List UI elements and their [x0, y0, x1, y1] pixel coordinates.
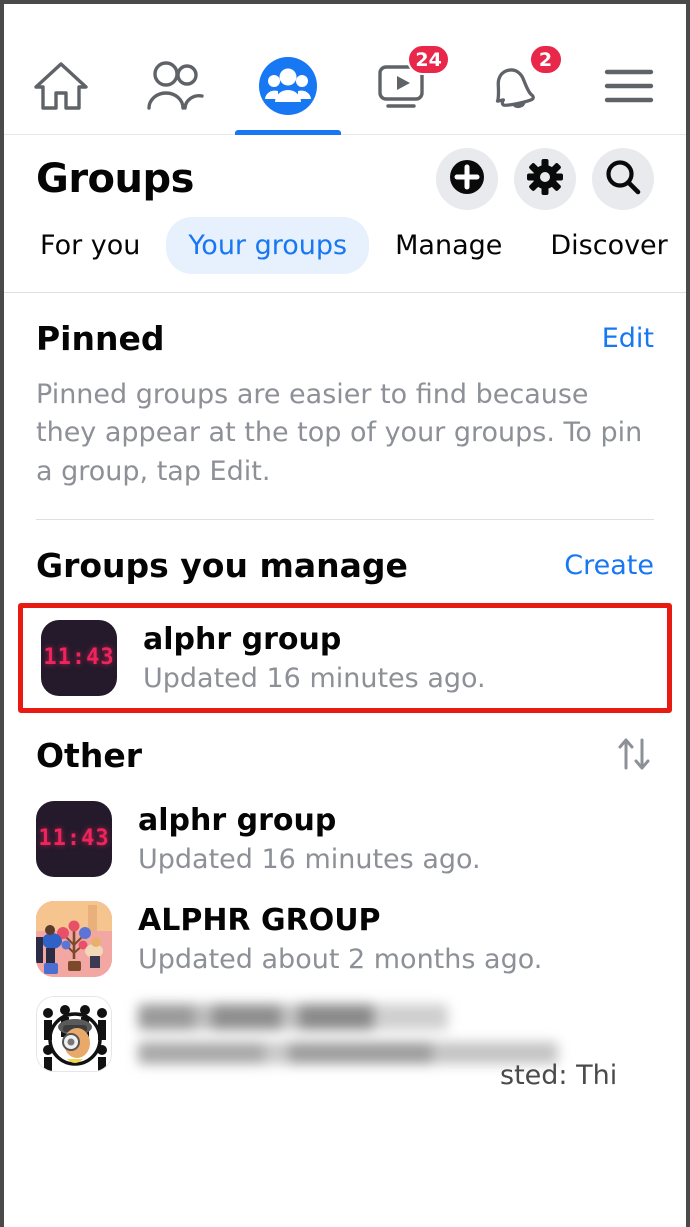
logo-avatar [36, 995, 112, 1072]
list-item[interactable]: 11:43 alphr group Updated 16 minutes ago… [4, 789, 686, 889]
notifications-badge: 2 [528, 44, 563, 75]
groups-icon [257, 48, 319, 124]
list-item[interactable]: 11:43 alphr group Updated 16 minutes ago… [18, 602, 672, 713]
list-item[interactable]: sted: Thi [4, 989, 686, 1091]
nav-item-groups[interactable] [231, 4, 345, 135]
clock-avatar-time: 11:43 [43, 645, 115, 671]
home-icon [32, 48, 90, 124]
phone-screenshot-frame: 24 2 Groups For you Your groups Manage D… [0, 0, 690, 1227]
managed-create-link[interactable]: Create [564, 550, 654, 581]
plus-circle-icon [447, 157, 487, 201]
pinned-description: Pinned groups are easier to find because… [36, 379, 643, 487]
group-text: alphr group Updated 16 minutes ago. [138, 803, 481, 875]
nav-item-notifications[interactable]: 2 [459, 4, 573, 134]
group-settings-button[interactable] [514, 148, 576, 210]
nav-item-video[interactable]: 24 [345, 4, 459, 134]
blurred-group-name [138, 1003, 558, 1064]
group-updated: Updated about 2 months ago. [138, 943, 543, 975]
clock-avatar-time: 11:43 [38, 826, 110, 852]
page-title: Groups [36, 156, 194, 202]
gear-icon [526, 158, 564, 200]
other-section-header: Other [4, 717, 686, 789]
tab-your-groups[interactable]: Your groups [166, 217, 370, 274]
blurred-row-tail-text: sted: Thi [500, 1059, 618, 1091]
clock-avatar: 11:43 [41, 619, 117, 696]
create-group-button[interactable] [436, 148, 498, 210]
groups-header: Groups [4, 135, 686, 213]
managed-title: Groups you manage [36, 545, 408, 585]
pinned-section-header: Pinned Edit [4, 293, 686, 370]
tab-manage[interactable]: Manage [373, 217, 524, 274]
group-name: alphr group [143, 621, 342, 657]
group-name: alphr group [138, 802, 337, 838]
nav-item-home[interactable] [4, 4, 118, 134]
bell-icon: 2 [487, 44, 563, 124]
group-text: alphr group Updated 16 minutes ago. [143, 622, 486, 694]
illustration-avatar [36, 900, 112, 977]
pinned-title: Pinned [36, 319, 165, 358]
groups-tabs: For you Your groups Manage Discover [4, 213, 686, 293]
video-icon: 24 [372, 44, 450, 124]
clock-avatar: 11:43 [36, 800, 112, 877]
other-title: Other [36, 736, 142, 776]
friends-icon [144, 48, 206, 124]
pinned-edit-link[interactable]: Edit [602, 323, 654, 354]
hamburger-menu-icon [601, 48, 657, 124]
tab-discover[interactable]: Discover [528, 217, 686, 274]
video-badge: 24 [407, 44, 450, 75]
sort-arrows-icon[interactable] [614, 735, 654, 777]
group-updated: Updated 16 minutes ago. [138, 843, 481, 875]
tab-for-you[interactable]: For you [18, 217, 162, 274]
nav-item-friends[interactable] [118, 4, 232, 134]
managed-section-header: Groups you manage Create [4, 520, 686, 597]
group-text: ALPHR GROUP Updated about 2 months ago. [138, 903, 542, 975]
list-item[interactable]: ALPHR GROUP Updated about 2 months ago. [4, 889, 686, 989]
group-updated: Updated 16 minutes ago. [143, 662, 486, 694]
active-tab-indicator [235, 130, 342, 135]
top-navigation-bar: 24 2 [4, 4, 686, 135]
nav-item-menu[interactable] [572, 4, 686, 134]
group-text [138, 1003, 558, 1064]
search-icon [604, 158, 642, 200]
header-actions [436, 148, 654, 210]
group-name: ALPHR GROUP [138, 902, 381, 938]
search-groups-button[interactable] [592, 148, 654, 210]
